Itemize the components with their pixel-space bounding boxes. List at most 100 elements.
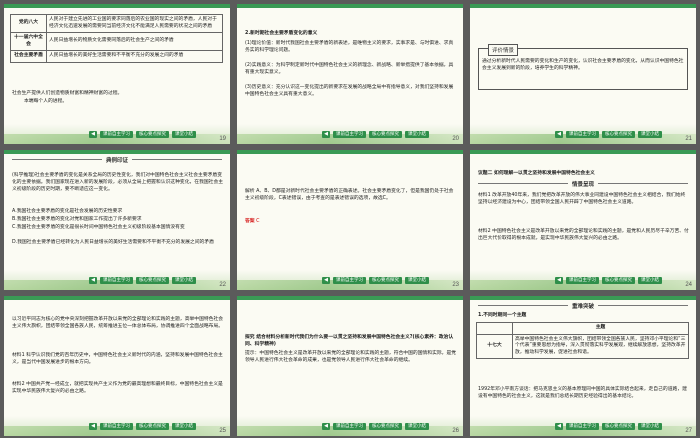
nav-pill-summary[interactable]: 课堂小结 — [172, 277, 196, 284]
table-row-head: 社会主要矛盾 — [10, 50, 47, 63]
table-row-head: 十一届六中全会 — [10, 32, 47, 51]
prev-arrow-icon[interactable]: ◀ — [555, 131, 563, 138]
nav-pill-pre-study[interactable]: 课前自主学习 — [566, 277, 599, 284]
prev-arrow-icon[interactable]: ◀ — [555, 277, 563, 284]
option-c: C.我国社会主要矛盾的变化是很长时间中国特色社会主义初级阶段基本国情没有变 — [12, 225, 185, 230]
page-number: 26 — [452, 428, 459, 434]
nav-pill-pre-study[interactable]: 课前自主学习 — [100, 423, 133, 430]
slide-top-bar — [470, 296, 696, 300]
nav-pill-core[interactable]: 核心要点探究 — [602, 131, 635, 138]
nav-pill-pre-study[interactable]: 课前自主学习 — [566, 131, 599, 138]
slide-24[interactable]: 议题二 如何理解一以贯之坚持和发展中国特色社会主义 情景呈现 材料1 改革开放4… — [470, 150, 696, 290]
slide-top-bar — [237, 4, 463, 8]
nav-pill-pre-study[interactable]: 课前自主学习 — [333, 277, 366, 284]
slide-top-bar — [4, 4, 230, 8]
nav-pill-core[interactable]: 核心要点探究 — [369, 277, 402, 284]
slide-22[interactable]: 典例印证 (科学推理)社会主要矛盾的变化是关系全局的历史性变化，我们对中国特色社… — [4, 150, 230, 290]
page-number: 21 — [685, 136, 692, 142]
slide-top-bar — [237, 296, 463, 300]
page-number: 24 — [685, 282, 692, 288]
slide-nav: ◀ 课前自主学习 核心要点探究 课堂小结 — [555, 277, 662, 284]
nav-pill-pre-study[interactable]: 课前自主学习 — [333, 131, 366, 138]
page-number: 20 — [452, 136, 459, 142]
prev-arrow-icon[interactable]: ◀ — [89, 277, 97, 284]
material-1: 材料1 改革开放40年来，我们党把改革开放的伟大事业同建设中国特色社会主义相结合… — [478, 193, 686, 206]
nav-pill-core[interactable]: 核心要点探究 — [602, 277, 635, 284]
row-text: 高举中国特色社会主义伟大旗帜，团结带领全国各族人民，坚持邓小平理论和“三个代表”… — [512, 333, 689, 359]
answer-value: C — [256, 219, 260, 224]
evaluation-text: 通过分析新时代人民需要的变化和生产的变化，认识社会主要矛盾的变化，从而认识中国特… — [482, 59, 684, 72]
answer-label: 答案 — [245, 219, 255, 224]
explore-answer: 提示：中国特色社会主义是改革开放以来党的全部理论和实践的主题，符合中国的国情和实… — [245, 351, 457, 364]
theme-table: 主题 十七大 高举中国特色社会主义伟大旗帜，团结带领全国各族人民，坚持邓小平理论… — [476, 322, 689, 359]
slide-23[interactable]: 解析 A、B、D都是对新时代社会主要矛盾的正确表述。社会主要矛盾变化了，但是我国… — [237, 150, 463, 290]
nav-pill-pre-study[interactable]: 课前自主学习 — [333, 423, 366, 430]
nav-pill-summary[interactable]: 课堂小结 — [405, 277, 429, 284]
prev-arrow-icon[interactable]: ◀ — [89, 423, 97, 430]
ribbon-title: 典例印证 — [101, 156, 133, 164]
nav-pill-summary[interactable]: 课堂小结 — [638, 277, 662, 284]
question-stem: (科学推理)社会主要矛盾的变化是关系全局的历史性变化，我们对中国特色社会主义社会… — [12, 173, 224, 193]
answer-line: 答案 C — [245, 218, 325, 225]
nav-pill-pre-study[interactable]: 课前自主学习 — [100, 277, 133, 284]
slide-21[interactable]: 评价情景 通过分析新时代人民需要的变化和生产的变化，认识社会主要矛盾的变化，从而… — [470, 4, 696, 144]
nav-pill-pre-study[interactable]: 课前自主学习 — [100, 131, 133, 138]
prev-arrow-icon[interactable]: ◀ — [89, 131, 97, 138]
prev-arrow-icon[interactable]: ◀ — [322, 277, 330, 284]
nav-pill-core[interactable]: 核心要点探究 — [602, 423, 635, 430]
slide-nav: ◀ 课前自主学习 核心要点探究 课堂小结 — [322, 131, 429, 138]
evaluation-label: 评价情景 — [488, 44, 519, 56]
slide-20[interactable]: 2.新时期社会主要矛盾变化的意义 (1)理论价值：新时代我国社会主要矛盾的新表述… — [237, 4, 463, 144]
analysis-text: 解析 A、B、D都是对新时代社会主要矛盾的正确表述。社会主要矛盾变化了，但是我国… — [245, 189, 454, 202]
ribbon-title: 重难突破 — [567, 302, 599, 310]
paragraph: 材料1 科学认识我们党的百年历史中，中国特色社会主义新时代的内涵，坚持和发展中国… — [12, 353, 223, 366]
nav-pill-core[interactable]: 核心要点探究 — [136, 423, 169, 430]
nav-pill-summary[interactable]: 课堂小结 — [172, 423, 196, 430]
table-row: 主题 — [476, 322, 689, 335]
slide-19[interactable]: 党的八大 人民对于建立先进的工业国的要求同落后的农业国的现实之间的矛盾，人民对于… — [4, 4, 230, 144]
paragraph: 以习近平同志为核心的党中央深刻把握改革开放以来党的全部理论和实践的主题，高举中国… — [12, 317, 224, 330]
paragraph: (1)理论价值：新时代我国社会主要矛盾的新表述，是唯物主义的要求，实事求是、与时… — [245, 41, 454, 54]
prev-arrow-icon[interactable]: ◀ — [322, 423, 330, 430]
nav-pill-summary[interactable]: 课堂小结 — [638, 131, 662, 138]
slide-26[interactable]: 探究 结合材料分析新时代我们为什么要一以贯之坚持和发展中国特色社会主义?(核心素… — [237, 296, 463, 436]
col-head: 主题 — [512, 322, 689, 335]
row-head: 十七大 — [476, 333, 513, 359]
slide-25[interactable]: 以习近平同志为核心的党中央深刻把握改革开放以来党的全部理论和实践的主题，高举中国… — [4, 296, 230, 436]
nav-pill-summary[interactable]: 课堂小结 — [405, 131, 429, 138]
nav-pill-pre-study[interactable]: 课前自主学习 — [566, 423, 599, 430]
nav-pill-core[interactable]: 核心要点探究 — [369, 423, 402, 430]
option-b: B.我国社会主要矛盾的变化对党和国家工作提出了许多新要求 — [12, 217, 142, 222]
slide-nav: ◀ 课前自主学习 核心要点探究 课堂小结 — [89, 277, 196, 284]
nav-pill-summary[interactable]: 课堂小结 — [405, 423, 429, 430]
slide-top-bar — [4, 150, 230, 154]
ribbon-title: 情景呈现 — [567, 180, 599, 188]
option-d: D.我国社会主要矛盾已经转化为人民日益增长的美好生活需要和不平衡不充分的发展之间… — [12, 240, 214, 245]
page-number: 23 — [452, 282, 459, 288]
note-blue: 社会生产提供人们创造物质财富和精神财富的过程。 — [12, 91, 123, 96]
table-row-text: 人民对于建立先进的工业国的要求同落后的农业国的现实之间的矛盾，人民对于经济文化迅… — [46, 14, 223, 33]
slide-top-bar — [4, 296, 230, 300]
slide-27[interactable]: 重难突破 1.不同时期同一个主题 主题 十七大 高举中国特色社会主义伟大旗帜，团… — [470, 296, 696, 436]
prev-arrow-icon[interactable]: ◀ — [555, 423, 563, 430]
table-row: 十七大 高举中国特色社会主义伟大旗帜，团结带领全国各族人民，坚持邓小平理论和“三… — [476, 333, 689, 359]
explore-question: 探究 结合材料分析新时代我们为什么要一以贯之坚持和发展中国特色社会主义?(核心素… — [245, 335, 454, 348]
section-heading: 2.新时期社会主要矛盾变化的意义 — [245, 31, 318, 36]
slide-nav: ◀ 课前自主学习 核心要点探究 课堂小结 — [322, 423, 429, 430]
nav-pill-core[interactable]: 核心要点探究 — [136, 277, 169, 284]
table-row-text: 人民日益增长的美好生活需要和不平衡不充分的发展之间的矛盾 — [46, 50, 223, 63]
paragraph: (2)实践意义：为科学制定新时代中国特色社会主义的新理念、新战略、新举措提供了基… — [245, 63, 454, 76]
slide-nav: ◀ 课前自主学习 核心要点探究 课堂小结 — [89, 423, 196, 430]
nav-pill-summary[interactable]: 课堂小结 — [172, 131, 196, 138]
nav-pill-summary[interactable]: 课堂小结 — [638, 423, 662, 430]
slide-top-bar — [237, 150, 463, 154]
page-number: 22 — [219, 282, 226, 288]
nav-pill-core[interactable]: 核心要点探究 — [136, 131, 169, 138]
page-number: 19 — [219, 136, 226, 142]
prev-arrow-icon[interactable]: ◀ — [322, 131, 330, 138]
page-number: 25 — [219, 428, 226, 434]
slide-nav: ◀ 课前自主学习 核心要点探究 课堂小结 — [555, 131, 662, 138]
nav-pill-core[interactable]: 核心要点探究 — [369, 131, 402, 138]
slide-nav: ◀ 课前自主学习 核心要点探究 课堂小结 — [322, 277, 429, 284]
slide-nav: ◀ 课前自主学习 核心要点探究 课堂小结 — [555, 423, 662, 430]
